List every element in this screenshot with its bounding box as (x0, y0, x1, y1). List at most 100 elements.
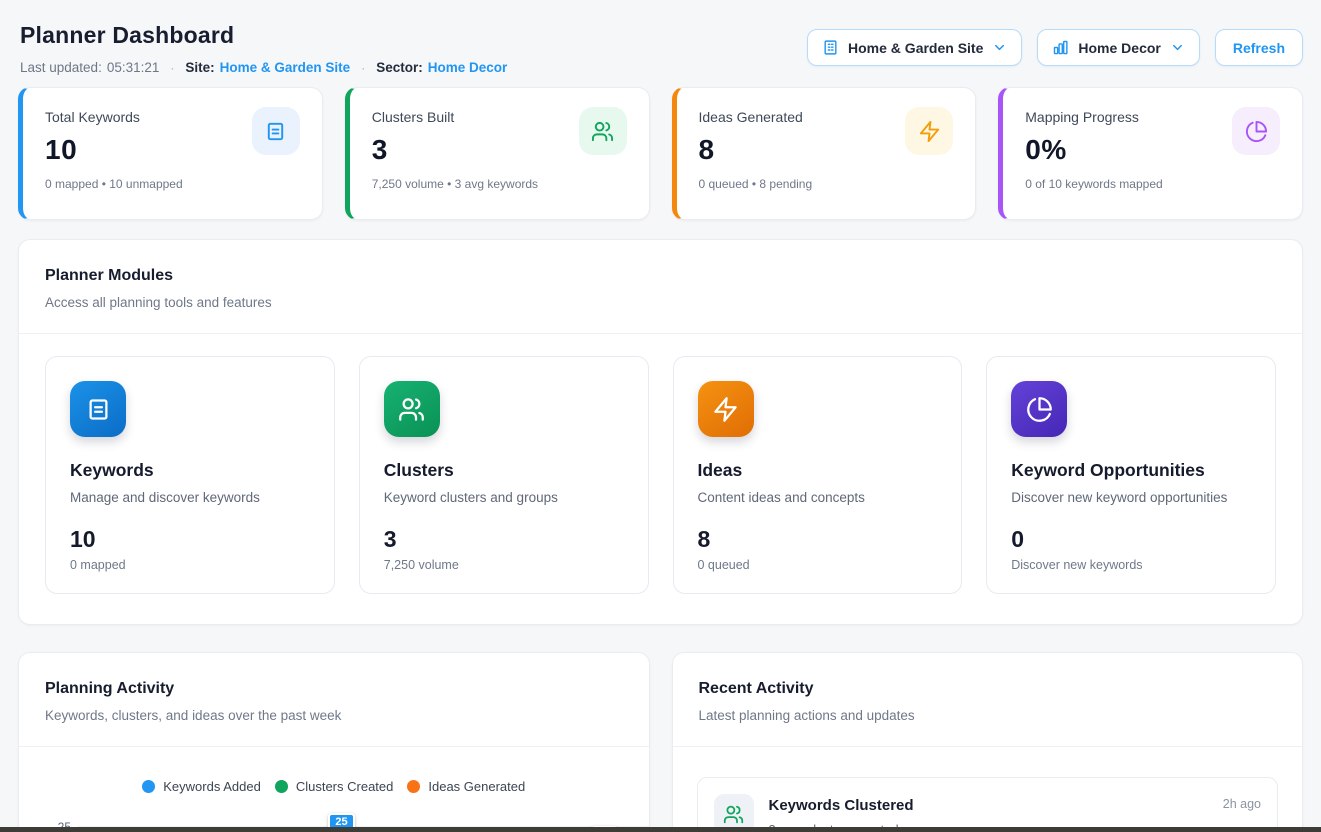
site-selector-dropdown[interactable]: Home & Garden Site (807, 29, 1022, 66)
pie-chart-icon (1026, 396, 1053, 423)
modules-panel-subtitle: Access all planning tools and features (45, 295, 1276, 310)
last-updated-label: Last updated: (20, 60, 102, 75)
activity-item-keywords-clustered: Keywords Clustered 3 new clusters create… (697, 777, 1279, 832)
users-icon (723, 804, 744, 825)
module-value: 8 (698, 526, 938, 553)
header-left: Planner Dashboard Last updated: 05:31:21… (18, 22, 507, 75)
refresh-label: Refresh (1233, 40, 1285, 56)
stat-detail: 0 of 10 keywords mapped (1025, 177, 1280, 191)
module-description: Content ideas and concepts (698, 490, 938, 505)
planning-activity-panel: Planning Activity Keywords, clusters, an… (18, 652, 650, 832)
stat-icon-chip (905, 107, 953, 155)
legend-item-ideas-generated[interactable]: Ideas Generated (407, 779, 525, 794)
legend-dot-green (275, 780, 288, 793)
stat-card-total-keywords: Total Keywords 10 0 mapped • 10 unmapped (18, 87, 323, 220)
stats-row: Total Keywords 10 0 mapped • 10 unmapped… (18, 87, 1303, 220)
stat-card-mapping-progress: Mapping Progress 0% 0 of 10 keywords map… (998, 87, 1303, 220)
legend-dot-orange (407, 780, 420, 793)
recent-activity-subtitle: Latest planning actions and updates (699, 708, 1277, 723)
header-meta: Last updated: 05:31:21 · Site: Home & Ga… (20, 60, 507, 75)
stat-icon-chip (1232, 107, 1280, 155)
module-detail: Discover new keywords (1011, 558, 1251, 572)
lightning-icon (712, 396, 739, 423)
module-description: Keyword clusters and groups (384, 490, 624, 505)
modules-panel-title: Planner Modules (45, 267, 1276, 285)
document-icon (264, 120, 287, 143)
chart-legend: Keywords Added Clusters Created Ideas Ge… (19, 779, 649, 794)
bar-chart-icon (1052, 39, 1069, 56)
page-title: Planner Dashboard (20, 22, 507, 49)
module-detail: 0 mapped (70, 558, 310, 572)
stat-detail: 0 mapped • 10 unmapped (45, 177, 300, 191)
sector-link[interactable]: Home Decor (428, 60, 508, 75)
building-icon (822, 39, 839, 56)
document-icon (85, 396, 112, 423)
site-link[interactable]: Home & Garden Site (220, 60, 351, 75)
lightning-icon (918, 120, 941, 143)
stat-icon-chip (579, 107, 627, 155)
planning-activity-header: Planning Activity Keywords, clusters, an… (19, 653, 649, 747)
planning-activity-title: Planning Activity (45, 680, 623, 698)
module-icon-chip (698, 381, 754, 437)
users-icon (398, 396, 425, 423)
module-title: Clusters (384, 460, 624, 481)
users-icon (591, 120, 614, 143)
stat-icon-chip (252, 107, 300, 155)
chevron-down-icon (992, 40, 1007, 55)
bottom-screen-edge-bar (0, 827, 1321, 832)
module-value: 3 (384, 526, 624, 553)
module-description: Manage and discover keywords (70, 490, 310, 505)
module-value: 10 (70, 526, 310, 553)
meta-separator: · (361, 61, 365, 75)
bottom-row: Planning Activity Keywords, clusters, an… (18, 652, 1303, 832)
legend-item-clusters-created[interactable]: Clusters Created (275, 779, 394, 794)
recent-activity-list: Keywords Clustered 3 new clusters create… (673, 747, 1303, 832)
activity-chart: Keywords Added Clusters Created Ideas Ge… (19, 779, 649, 832)
module-card-keyword-opportunities[interactable]: Keyword Opportunities Discover new keywo… (986, 356, 1276, 594)
meta-separator: · (170, 61, 174, 75)
site-selector-label: Home & Garden Site (848, 40, 983, 56)
module-value: 0 (1011, 526, 1251, 553)
module-icon-chip (384, 381, 440, 437)
legend-item-keywords-added[interactable]: Keywords Added (142, 779, 261, 794)
recent-activity-header: Recent Activity Latest planning actions … (673, 653, 1303, 747)
recent-activity-title: Recent Activity (699, 680, 1277, 698)
sector-label: Sector: (376, 60, 423, 75)
module-card-ideas[interactable]: Ideas Content ideas and concepts 8 0 que… (673, 356, 963, 594)
module-title: Keywords (70, 460, 310, 481)
module-card-keywords[interactable]: Keywords Manage and discover keywords 10… (45, 356, 335, 594)
header-toolbar: Home & Garden Site Home Decor Refresh (807, 29, 1303, 66)
sector-selector-label: Home Decor (1078, 40, 1160, 56)
module-icon-chip (1011, 381, 1067, 437)
legend-label: Ideas Generated (428, 779, 525, 794)
planner-dashboard-page: Planner Dashboard Last updated: 05:31:21… (0, 0, 1321, 832)
chevron-down-icon (1170, 40, 1185, 55)
legend-label: Keywords Added (163, 779, 261, 794)
stat-detail: 0 queued • 8 pending (699, 177, 954, 191)
module-card-clusters[interactable]: Clusters Keyword clusters and groups 3 7… (359, 356, 649, 594)
recent-activity-panel: Recent Activity Latest planning actions … (672, 652, 1304, 832)
sector-selector-dropdown[interactable]: Home Decor (1037, 29, 1199, 66)
module-detail: 7,250 volume (384, 558, 624, 572)
pie-chart-icon (1245, 120, 1268, 143)
page-header: Planner Dashboard Last updated: 05:31:21… (18, 0, 1303, 75)
module-title: Ideas (698, 460, 938, 481)
legend-dot-blue (142, 780, 155, 793)
modules-panel-header: Planner Modules Access all planning tool… (19, 240, 1302, 334)
module-description: Discover new keyword opportunities (1011, 490, 1251, 505)
stat-card-ideas-generated: Ideas Generated 8 0 queued • 8 pending (672, 87, 977, 220)
site-label: Site: (185, 60, 214, 75)
last-updated-value: 05:31:21 (107, 60, 160, 75)
modules-grid: Keywords Manage and discover keywords 10… (19, 334, 1302, 624)
legend-label: Clusters Created (296, 779, 394, 794)
stat-detail: 7,250 volume • 3 avg keywords (372, 177, 627, 191)
stat-card-clusters-built: Clusters Built 3 7,250 volume • 3 avg ke… (345, 87, 650, 220)
module-icon-chip (70, 381, 126, 437)
activity-item-time: 2h ago (1223, 797, 1261, 811)
module-detail: 0 queued (698, 558, 938, 572)
activity-item-title: Keywords Clustered (769, 797, 914, 814)
planner-modules-panel: Planner Modules Access all planning tool… (18, 239, 1303, 625)
planning-activity-subtitle: Keywords, clusters, and ideas over the p… (45, 708, 623, 723)
module-title: Keyword Opportunities (1011, 460, 1251, 481)
refresh-button[interactable]: Refresh (1215, 29, 1303, 66)
